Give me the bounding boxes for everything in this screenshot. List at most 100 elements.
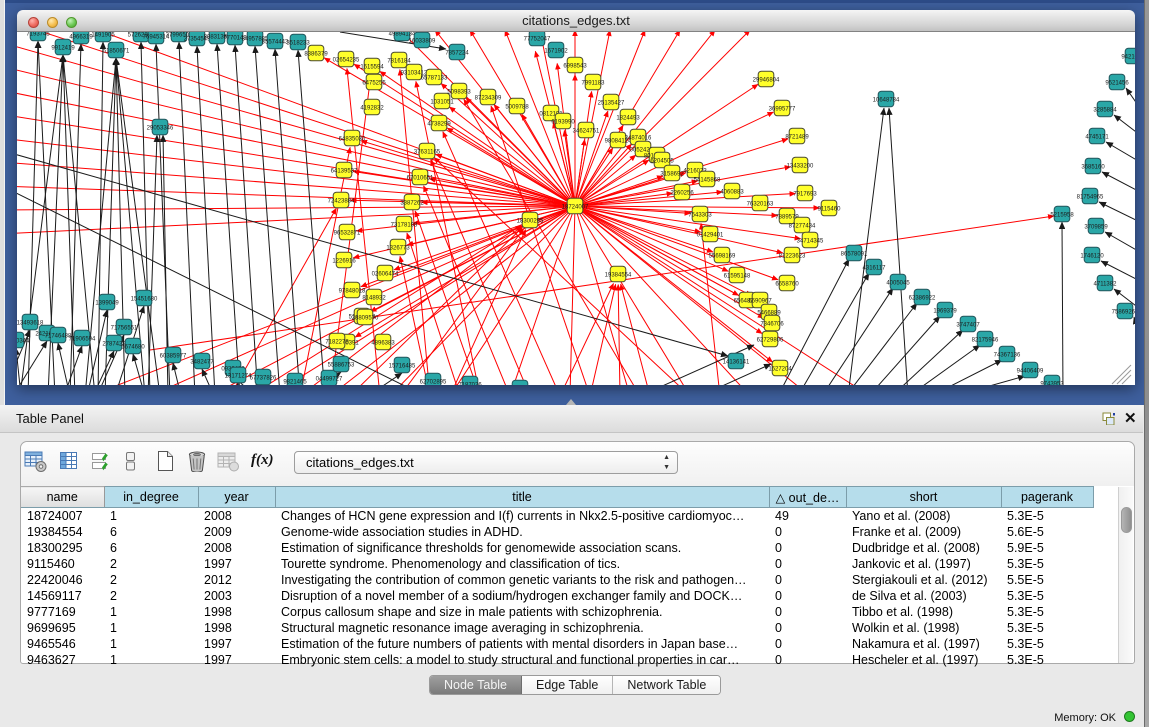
svg-text:1615594: 1615594 [360, 64, 384, 70]
svg-text:3285884: 3285884 [1093, 107, 1117, 113]
svg-text:36995777: 36995777 [769, 106, 796, 112]
svg-text:55886753: 55886753 [328, 362, 355, 368]
svg-text:19384554: 19384554 [605, 272, 632, 278]
svg-text:67737826: 67737826 [250, 375, 277, 381]
svg-text:5098393: 5098393 [447, 89, 471, 95]
svg-text:29946804: 29946804 [753, 77, 780, 83]
svg-text:79740344: 79740344 [17, 338, 30, 344]
svg-text:34874016: 34874016 [625, 135, 652, 141]
svg-text:7543303: 7543303 [688, 212, 712, 218]
svg-text:5215958: 5215958 [1050, 212, 1074, 218]
svg-text:7917693: 7917693 [793, 191, 817, 197]
svg-text:1326773: 1326773 [386, 245, 410, 251]
svg-text:72423884: 72423884 [328, 198, 355, 204]
svg-text:04499727: 04499727 [316, 376, 343, 382]
svg-text:67010651: 67010651 [407, 175, 434, 181]
svg-text:54145868: 54145868 [694, 177, 721, 183]
svg-text:85574443: 85574443 [262, 39, 289, 45]
svg-text:18724007: 18724007 [562, 204, 589, 210]
svg-text:4192832: 4192832 [360, 105, 384, 111]
svg-text:25135427: 25135427 [598, 100, 625, 106]
svg-text:74367136: 74367136 [994, 352, 1021, 358]
svg-text:86578091: 86578091 [841, 251, 868, 257]
svg-text:1031051: 1031051 [430, 99, 454, 105]
svg-text:13171274: 13171274 [225, 373, 252, 379]
svg-text:87277434: 87277434 [789, 223, 816, 229]
svg-text:15451680: 15451680 [131, 296, 158, 302]
svg-text:6475255: 6475255 [362, 80, 386, 86]
svg-text:76320163: 76320163 [747, 201, 774, 207]
svg-text:28809570: 28809570 [352, 315, 379, 321]
svg-text:7857224: 7857224 [445, 50, 469, 56]
svg-text:29053346: 29053346 [147, 125, 174, 131]
svg-text:4745171: 4745171 [1085, 134, 1109, 140]
svg-text:62729806: 62729806 [757, 337, 784, 343]
svg-text:64139537: 64139537 [331, 168, 358, 174]
svg-text:34624751: 34624751 [573, 128, 600, 134]
svg-text:8148932: 8148932 [362, 295, 386, 301]
svg-text:6998543: 6998543 [563, 63, 587, 69]
svg-text:1671902: 1671902 [544, 48, 568, 54]
svg-text:4896383: 4896383 [371, 340, 395, 346]
svg-text:49894134: 49894134 [389, 32, 416, 37]
svg-text:1969379: 1969379 [933, 308, 957, 314]
svg-text:6193990: 6193990 [551, 119, 575, 125]
svg-text:4060883: 4060883 [720, 189, 744, 195]
svg-text:3387262: 3387262 [400, 200, 424, 206]
svg-text:61595148: 61595148 [724, 273, 751, 279]
svg-text:1226916: 1226916 [332, 258, 356, 264]
svg-text:9421047: 9421047 [1121, 54, 1135, 60]
svg-text:4005045: 4005045 [886, 280, 910, 286]
svg-text:81223623: 81223623 [779, 253, 806, 259]
svg-text:34714345: 34714345 [797, 238, 824, 244]
svg-text:37631165: 37631165 [414, 149, 441, 155]
svg-text:81754965: 81754965 [1077, 194, 1104, 200]
svg-text:6204505: 6204505 [650, 158, 674, 164]
svg-text:82175946: 82175946 [972, 337, 999, 343]
svg-text:71756551: 71756551 [111, 325, 138, 331]
svg-text:3518233: 3518233 [286, 40, 310, 46]
svg-text:14136141: 14136141 [723, 359, 750, 365]
svg-text:1824493: 1824493 [616, 115, 640, 121]
svg-text:65787133: 65787133 [421, 75, 448, 81]
svg-text:16033809: 16033809 [409, 38, 436, 44]
svg-text:7187026: 7187026 [458, 382, 482, 385]
svg-text:13433200: 13433200 [787, 163, 814, 169]
svg-text:62702895: 62702895 [420, 379, 447, 385]
svg-text:4711382: 4711382 [1094, 281, 1118, 287]
svg-text:60385977: 60385977 [160, 353, 187, 359]
svg-text:7182278: 7182278 [325, 339, 349, 345]
svg-text:62386922: 62386922 [909, 295, 936, 301]
svg-text:02654235: 02654235 [333, 57, 360, 63]
svg-text:3747407: 3747407 [956, 322, 980, 328]
svg-text:7816184: 7816184 [387, 58, 411, 64]
svg-text:1627204: 1627204 [768, 366, 792, 372]
svg-text:18300295: 18300295 [517, 218, 544, 224]
svg-text:6658760: 6658760 [775, 281, 799, 287]
svg-text:8721489: 8721489 [785, 134, 809, 140]
svg-text:5674680: 5674680 [121, 344, 145, 350]
svg-text:4316117: 4316117 [863, 265, 887, 271]
svg-text:7346706: 7346706 [760, 321, 784, 327]
svg-text:01429401: 01429401 [697, 232, 724, 238]
svg-text:94406409: 94406409 [1017, 368, 1044, 374]
svg-text:75869261: 75869261 [1112, 309, 1135, 315]
svg-text:9521456: 9521456 [1105, 80, 1129, 86]
svg-text:1746120: 1746120 [1080, 253, 1104, 259]
svg-text:96532871: 96532871 [334, 230, 361, 236]
svg-text:15716485: 15716485 [389, 363, 416, 369]
svg-text:51850671: 51850671 [103, 48, 130, 54]
svg-text:9743953: 9743953 [1040, 381, 1064, 385]
svg-text:3709859: 3709859 [1084, 224, 1108, 230]
svg-text:5009788: 5009788 [505, 104, 529, 110]
svg-text:64835030: 64835030 [339, 136, 366, 142]
svg-text:3158692: 3158692 [660, 171, 684, 177]
svg-text:8386379: 8386379 [304, 51, 328, 57]
svg-text:77752047: 77752047 [524, 36, 551, 42]
svg-text:4738299: 4738299 [427, 121, 451, 127]
svg-text:02606474: 02606474 [372, 271, 399, 277]
svg-text:97848018: 97848018 [339, 288, 366, 294]
svg-text:6690967: 6690967 [748, 298, 772, 304]
svg-text:3482477: 3482477 [190, 359, 214, 365]
svg-text:10648784: 10648784 [873, 97, 900, 103]
